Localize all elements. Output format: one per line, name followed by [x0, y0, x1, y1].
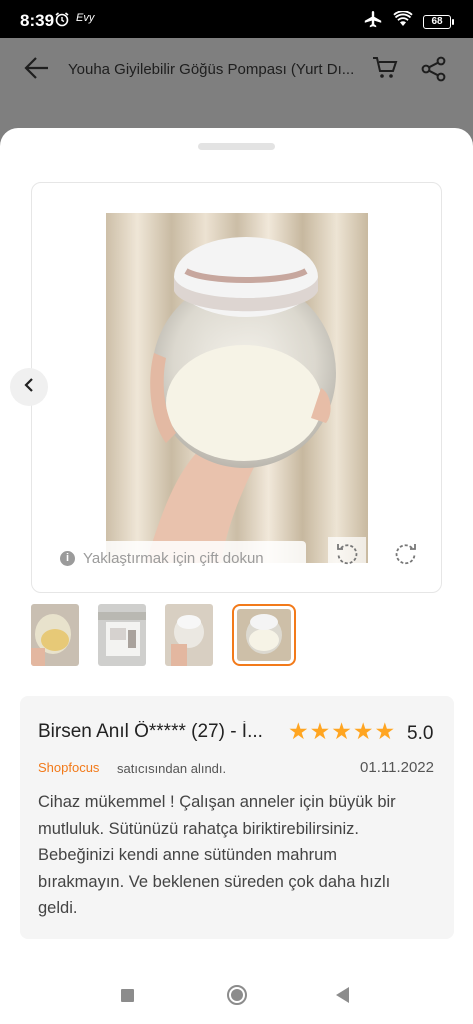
recent-apps-button[interactable] — [121, 989, 134, 1002]
zoom-hint: i Yaklaştırmak için çift dokun — [54, 541, 306, 575]
seller-suffix: satıcısından alındı. — [117, 761, 227, 776]
review-photo[interactable] — [106, 213, 368, 563]
review-media-sheet: i Yaklaştırmak için çift dokun Birsen An… — [0, 128, 473, 1024]
carrier-label: Evy — [76, 12, 95, 24]
thumbnail-3[interactable] — [165, 604, 213, 666]
thumbnail-strip — [31, 604, 296, 666]
airplane-icon — [363, 10, 383, 33]
star-icon: ★ — [288, 718, 309, 744]
reviewer-name: Birsen Anıl Ö***** (27) - İ... — [38, 721, 263, 742]
star-icon: ★ — [309, 718, 331, 744]
star-icon: ★ — [374, 718, 396, 744]
share-icon[interactable] — [421, 56, 447, 87]
cart-icon[interactable] — [372, 55, 398, 86]
zoom-hint-text: Yaklaştırmak için çift dokun — [83, 549, 264, 567]
rotate-right-icon — [394, 542, 418, 571]
star-icon: ★ — [331, 718, 352, 744]
app-bar: Youha Giyilebilir Göğüs Pompası (Yurt Dı… — [0, 38, 473, 100]
review-text: Cihaz mükemmel ! Çalışan anneler için bü… — [38, 793, 396, 917]
photo-viewer[interactable]: i Yaklaştırmak için çift dokun — [31, 182, 442, 593]
wifi-icon — [393, 10, 413, 32]
thumbnail-1[interactable] — [31, 604, 79, 666]
rotate-right-button[interactable] — [387, 537, 425, 575]
thumbnail-2[interactable] — [98, 604, 146, 666]
review-card: Birsen Anıl Ö***** (27) - İ... ★ ★ ★ ★ ★… — [20, 696, 454, 939]
system-nav-bar — [0, 965, 473, 1024]
nav-back-button[interactable] — [336, 987, 349, 1003]
battery-icon: 68 — [423, 14, 454, 29]
previous-photo-button[interactable] — [10, 368, 48, 406]
thumbnail-4-selected[interactable] — [232, 604, 296, 666]
star-icon: ★ — [352, 718, 374, 744]
home-button[interactable] — [227, 985, 247, 1005]
status-time: 8:39 — [20, 11, 55, 30]
review-date: 01.11.2022 — [360, 759, 434, 776]
rotate-left-button[interactable] — [328, 537, 366, 575]
sheet-drag-handle[interactable] — [198, 143, 275, 150]
alarm-clock-icon — [54, 11, 70, 32]
chevron-left-icon — [22, 377, 36, 398]
status-bar: 8:39 Evy 68 — [0, 0, 473, 38]
rating-score: 5.0 — [407, 723, 434, 744]
star-rating: ★ ★ ★ ★ ★ — [288, 718, 396, 744]
rotate-left-icon — [335, 542, 359, 571]
back-arrow-icon[interactable] — [24, 56, 50, 85]
system-icons: 68 — [363, 10, 454, 33]
product-title: Youha Giyilebilir Göğüs Pompası (Yurt Dı… — [68, 61, 355, 78]
info-icon: i — [60, 550, 75, 566]
seller-link[interactable]: Shopfocus — [38, 760, 99, 775]
